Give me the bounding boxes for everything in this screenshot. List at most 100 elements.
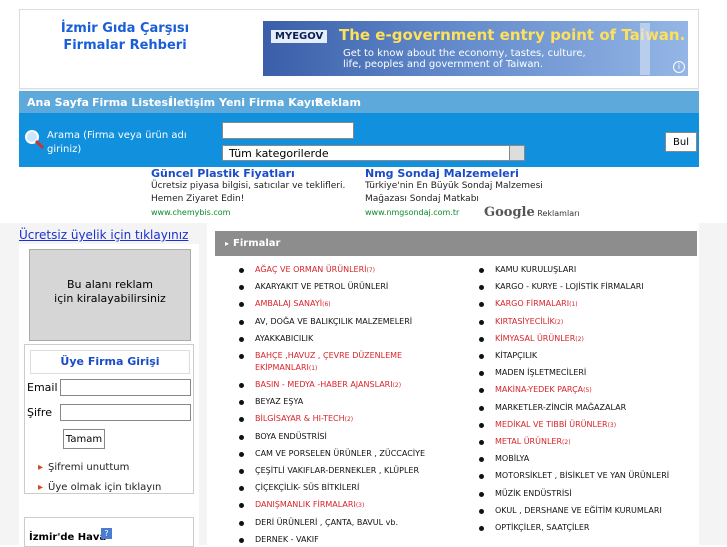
firm-category-item[interactable]: DERNEK - VAKIF (239, 534, 455, 546)
firm-category-label[interactable]: AMBALAJ SANAYİ (255, 299, 322, 308)
firm-category-label[interactable]: AV, DOĞA VE BALIKÇILIK MALZEMELERİ (255, 317, 412, 326)
firm-category-label[interactable]: DERNEK - VAKIF (255, 535, 319, 544)
firm-category-label[interactable]: BEYAZ EŞYA (255, 397, 303, 406)
firm-category-count: (6) (322, 301, 331, 309)
firm-category-label[interactable]: CAM VE PORSELEN ÜRÜNLER , ZÜCCACİYE (255, 449, 425, 458)
ad-url[interactable]: www.nmgsondaj.com.tr (365, 206, 480, 219)
nav-item-new-firm[interactable]: Yeni Firma Kayıt (219, 96, 320, 109)
email-field[interactable] (60, 379, 191, 396)
firm-category-item[interactable]: AĞAÇ VE ORMAN ÜRÜNLERİ(7) (239, 264, 455, 277)
firm-category-label[interactable]: OKUL , DERSHANE VE EĞİTİM KURUMLARI (495, 506, 662, 515)
text-ad[interactable]: Nmg Sondaj Malzemeleri Türkiye'nin En Bü… (365, 167, 543, 219)
firm-category-item[interactable]: MOTORSİKLET , BİSİKLET VE YAN ÜRÜNLERİ (479, 470, 695, 482)
site-title[interactable]: İzmir Gıda Çarşısı Firmalar Rehberi (40, 20, 210, 54)
firm-category-label[interactable]: MEDİKAL VE TIBBİ ÜRÜNLER (495, 420, 608, 429)
firm-category-item[interactable]: KARGO FİRMALARI(1) (479, 298, 695, 311)
ad-title[interactable]: Güncel Plastik Fiyatları (151, 167, 371, 180)
signup-link[interactable]: Ücretsiz üyelik için tıklayınız (19, 228, 188, 242)
weather-title: İzmir'de Hava (29, 532, 107, 543)
firm-category-item[interactable]: KARGO - KURYE - LOJİSTİK FİRMALARI (479, 281, 695, 293)
firm-category-item[interactable]: BEYAZ EŞYA (239, 396, 455, 408)
info-icon[interactable]: i (673, 61, 685, 73)
firm-category-item[interactable]: KIRTASİYECİLİK(2) (479, 316, 695, 329)
firm-category-item[interactable]: KİTAPÇILIK (479, 350, 695, 362)
search-button[interactable]: Bul (665, 132, 697, 152)
firm-category-item[interactable]: OPTİKÇİLER, SAATÇİLER (479, 522, 695, 534)
firm-category-item[interactable]: AKARYAKIT VE PETROL ÜRÜNLERİ (239, 281, 455, 293)
firm-category-label[interactable]: ÇİÇEKÇİLİK- SÜS BİTKİLERİ (255, 483, 359, 492)
firm-category-item[interactable]: BASIN - MEDYA -HABER AJANSLARI(2) (239, 379, 455, 392)
firm-category-label[interactable]: KARGO FİRMALARI (495, 299, 569, 308)
firm-category-label[interactable]: OPTİKÇİLER, SAATÇİLER (495, 523, 589, 532)
firm-category-item[interactable]: KİMYASAL ÜRÜNLER(2) (479, 333, 695, 346)
nav-item-contact[interactable]: İletişim (169, 96, 215, 109)
forgot-password-link[interactable]: ▸ Şifremi unuttum (38, 462, 129, 473)
firm-category-label[interactable]: MOBİLYA (495, 454, 529, 463)
help-icon[interactable]: ? (101, 528, 112, 539)
firm-category-label[interactable]: KİTAPÇILIK (495, 351, 537, 360)
firm-category-label[interactable]: KARGO - KURYE - LOJİSTİK FİRMALARI (495, 282, 644, 291)
firm-category-label[interactable]: AĞAÇ VE ORMAN ÜRÜNLERİ (255, 265, 367, 274)
ad-text: Ücretsiz piyasa bilgisi, satıcılar ve te… (151, 181, 346, 204)
firm-category-item[interactable]: AYAKKABICILIK (239, 333, 455, 345)
firm-category-label[interactable]: AYAKKABICILIK (255, 334, 313, 343)
firm-category-label[interactable]: ÇEŞİTLİ VAKIFLAR-DERNEKLER , KLÜPLER (255, 466, 419, 475)
register-link[interactable]: ▸ Üye olmak için tıklayın (38, 482, 161, 493)
firm-category-item[interactable]: MADEN İŞLETMECİLERİ (479, 367, 695, 379)
ad-space-line1: Bu alanı reklam (66, 278, 153, 291)
firm-category-item[interactable]: MOBİLYA (479, 453, 695, 465)
bullet-icon (239, 451, 244, 457)
firm-category-item[interactable]: DANIŞMANLIK FİRMALARI(3) (239, 499, 455, 512)
category-select[interactable]: Tüm kategorilerde (222, 145, 525, 161)
firm-category-item[interactable]: AMBALAJ SANAYİ(6) (239, 298, 455, 311)
firm-category-item[interactable]: MARKETLER-ZİNCİR MAĞAZALAR (479, 402, 695, 414)
ad-space[interactable]: Bu alanı reklam için kiralayabilirsiniz (29, 249, 191, 341)
firm-category-label[interactable]: KAMU KURULUŞLARI (495, 265, 576, 274)
firm-category-item[interactable]: DERİ ÜRÜNLERİ , ÇANTA, BAVUL vb. (239, 517, 455, 529)
bullet-icon (239, 319, 244, 325)
nav-item-ads[interactable]: Reklam (315, 96, 361, 109)
firm-category-item[interactable]: AV, DOĞA VE BALIKÇILIK MALZEMELERİ (239, 316, 455, 328)
firm-category-label[interactable]: MÜZİK ENDÜSTRİSİ (495, 489, 572, 498)
firm-category-item[interactable]: CAM VE PORSELEN ÜRÜNLER , ZÜCCACİYE (239, 448, 455, 460)
text-ad[interactable]: Güncel Plastik Fiyatları Ücretsiz piyasa… (151, 167, 371, 219)
firm-category-label[interactable]: AKARYAKIT VE PETROL ÜRÜNLERİ (255, 282, 388, 291)
firm-category-item[interactable]: OKUL , DERSHANE VE EĞİTİM KURUMLARI (479, 505, 695, 517)
firm-category-label[interactable]: MARKETLER-ZİNCİR MAĞAZALAR (495, 403, 626, 412)
ad-url[interactable]: www.chemybis.com (151, 206, 371, 219)
firm-category-label[interactable]: MOTORSİKLET , BİSİKLET VE YAN ÜRÜNLERİ (495, 471, 669, 480)
search-input[interactable] (222, 122, 354, 139)
firm-category-label[interactable]: BASIN - MEDYA -HABER AJANSLARI (255, 380, 393, 389)
firm-category-item[interactable]: BOYA ENDÜSTRİSİ (239, 431, 455, 443)
firm-category-item[interactable]: MAKİNA-YEDEK PARÇA(5) (479, 384, 695, 397)
firm-category-item[interactable]: ÇİÇEKÇİLİK- SÜS BİTKİLERİ (239, 482, 455, 494)
chevron-down-icon[interactable] (509, 146, 524, 160)
firm-category-label[interactable]: MAKİNA-YEDEK PARÇA (495, 385, 583, 394)
login-button[interactable]: Tamam (63, 429, 105, 449)
firm-category-item[interactable]: BİLGİSAYAR & HI-TECH(2) (239, 413, 455, 426)
password-label: Şifre (27, 406, 52, 419)
ad-title[interactable]: Nmg Sondaj Malzemeleri (365, 167, 565, 180)
firm-category-item[interactable]: KAMU KURULUŞLARI (479, 264, 695, 276)
firm-category-label[interactable]: DANIŞMANLIK FİRMALARI (255, 500, 356, 509)
firm-category-label[interactable]: BOYA ENDÜSTRİSİ (255, 432, 327, 441)
site-title-line1[interactable]: İzmir Gıda Çarşısı (40, 20, 210, 37)
firm-category-item[interactable]: BAHÇE ,HAVUZ , ÇEVRE DÜZENLEME EKİPMANLA… (239, 350, 455, 375)
firm-category-label[interactable]: MADEN İŞLETMECİLERİ (495, 368, 586, 377)
nav-item-home[interactable]: Ana Sayfa (27, 96, 89, 109)
firm-category-label[interactable]: BİLGİSAYAR & HI-TECH (255, 414, 345, 423)
firm-category-label[interactable]: KIRTASİYECİLİK (495, 317, 555, 326)
firm-category-item[interactable]: MÜZİK ENDÜSTRİSİ (479, 488, 695, 500)
firm-category-label[interactable]: METAL ÜRÜNLER (495, 437, 562, 446)
firm-category-item[interactable]: MEDİKAL VE TIBBİ ÜRÜNLER(3) (479, 419, 695, 432)
firm-category-item[interactable]: METAL ÜRÜNLER(2) (479, 436, 695, 449)
firm-category-label[interactable]: DERİ ÜRÜNLERİ , ÇANTA, BAVUL vb. (255, 518, 398, 527)
nav-item-firm-list[interactable]: Firma Listesi (92, 96, 172, 109)
firm-category-item[interactable]: ÇEŞİTLİ VAKIFLAR-DERNEKLER , KLÜPLER (239, 465, 455, 477)
site-title-line2[interactable]: Firmalar Rehberi (40, 37, 210, 54)
password-field[interactable] (60, 404, 191, 421)
google-ads-label[interactable]: Google Reklamları (484, 205, 580, 220)
firm-category-label[interactable]: KİMYASAL ÜRÜNLER (495, 334, 575, 343)
firm-category-label[interactable]: BAHÇE ,HAVUZ , ÇEVRE DÜZENLEME EKİPMANLA… (255, 351, 402, 372)
banner-ad[interactable]: MYEGOV The e-government entry point of T… (263, 21, 688, 76)
